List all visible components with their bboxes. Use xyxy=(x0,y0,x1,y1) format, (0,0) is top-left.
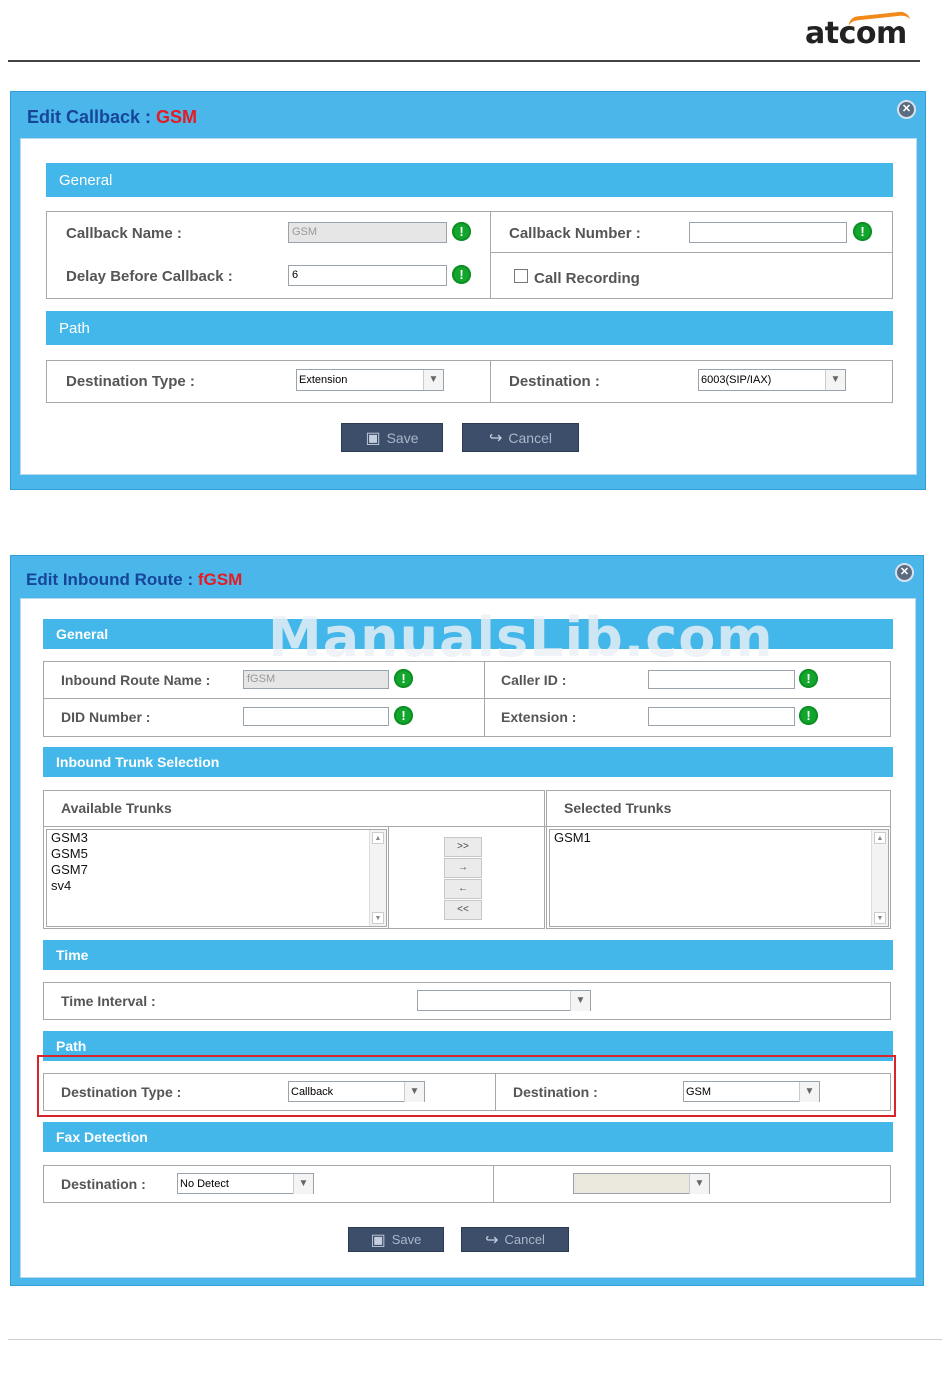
dialog-title-accent: fGSM xyxy=(197,570,243,589)
path-divider xyxy=(490,360,491,403)
fax-divider xyxy=(493,1165,494,1203)
dialog-body: General Inbound Route Name : fGSM ! Call… xyxy=(20,598,916,1278)
undo-arrow-icon: ↪ xyxy=(485,1231,499,1249)
scroll-up-icon[interactable]: ▲ xyxy=(372,832,384,844)
callback-number-input[interactable] xyxy=(689,222,847,243)
available-trunks-label: Available Trunks xyxy=(61,800,172,816)
cancel-button[interactable]: ↪ Cancel xyxy=(461,1227,569,1252)
call-recording-label: Call Recording xyxy=(534,270,640,287)
required-icon: ! xyxy=(394,706,413,725)
close-icon[interactable]: ✕ xyxy=(897,100,916,119)
destination-value: 6003(SIP/IAX) xyxy=(701,374,772,386)
watermark: ManualsLib.com xyxy=(268,606,774,669)
destination-label: Destination : xyxy=(509,373,600,390)
callback-name-label: Callback Name : xyxy=(66,225,182,242)
list-item[interactable]: GSM3 xyxy=(47,830,386,846)
general-row-divider xyxy=(490,252,893,253)
list-item[interactable]: GSM5 xyxy=(47,846,386,862)
fax-destination-label: Destination : xyxy=(61,1176,146,1192)
did-number-input[interactable] xyxy=(243,707,389,726)
required-icon: ! xyxy=(799,669,818,688)
floppy-disk-icon: ▣ xyxy=(370,1231,386,1249)
chevron-down-icon: ▼ xyxy=(293,1174,313,1194)
scroll-up-icon[interactable]: ▲ xyxy=(874,832,886,844)
delay-before-callback-label: Delay Before Callback : xyxy=(66,268,233,285)
atcom-logo: atcom xyxy=(805,16,907,51)
chevron-down-icon: ▼ xyxy=(689,1174,709,1194)
footer-divider xyxy=(8,1339,942,1340)
delay-before-callback-input[interactable]: 6 xyxy=(288,265,447,286)
dialog-title: Edit Callback : GSM xyxy=(27,107,198,127)
selected-trunks-label: Selected Trunks xyxy=(564,800,672,816)
dialog-title: Edit Inbound Route : fGSM xyxy=(26,570,243,589)
callback-number-label: Callback Number : xyxy=(509,225,641,242)
callback-name-input[interactable]: GSM xyxy=(288,222,447,243)
dialog-title-accent: GSM xyxy=(156,107,198,127)
destination-select[interactable]: 6003(SIP/IAX) ▼ xyxy=(698,369,846,391)
inbound-route-name-label: Inbound Route Name : xyxy=(61,672,211,688)
cancel-label: Cancel xyxy=(504,1232,545,1247)
cancel-label: Cancel xyxy=(508,429,552,446)
move-left-button[interactable]: ← xyxy=(444,879,482,899)
call-recording-checkbox[interactable] xyxy=(514,269,528,283)
move-right-button[interactable]: → xyxy=(444,858,482,878)
required-icon: ! xyxy=(452,265,471,284)
chevron-down-icon: ▼ xyxy=(570,991,590,1011)
scrollbar[interactable]: ▲ ▼ xyxy=(871,830,888,926)
chevron-down-icon: ▼ xyxy=(825,370,845,390)
undo-arrow-icon: ↪ xyxy=(489,429,503,447)
section-path: Path xyxy=(46,311,893,345)
required-icon: ! xyxy=(799,706,818,725)
fax-destination-select[interactable]: No Detect ▼ xyxy=(177,1173,314,1194)
section-time: Time xyxy=(43,940,893,970)
path-highlight-frame xyxy=(37,1055,896,1117)
scroll-down-icon[interactable]: ▼ xyxy=(372,912,384,924)
edit-callback-dialog: Edit Callback : GSM ✕ General Callback N… xyxy=(10,91,926,490)
save-label: Save xyxy=(386,429,419,446)
save-button[interactable]: ▣ Save xyxy=(341,423,443,452)
extension-label: Extension : xyxy=(501,709,577,725)
general-divider xyxy=(484,661,485,737)
move-all-right-button[interactable]: >> xyxy=(444,837,482,857)
close-icon[interactable]: ✕ xyxy=(895,563,914,582)
fax-extension-select[interactable]: ▼ xyxy=(573,1173,710,1194)
did-number-label: DID Number : xyxy=(61,709,151,725)
list-item[interactable]: GSM1 xyxy=(550,830,888,846)
section-inbound-trunk-selection: Inbound Trunk Selection xyxy=(43,747,893,777)
destination-type-label: Destination Type : xyxy=(66,373,195,390)
scrollbar[interactable]: ▲ ▼ xyxy=(369,830,386,926)
caller-id-label: Caller ID : xyxy=(501,672,567,688)
section-fax-detection: Fax Detection xyxy=(43,1122,893,1152)
required-icon: ! xyxy=(394,669,413,688)
available-trunks-list[interactable]: GSM3 GSM5 GSM7 sv4 ▲ ▼ xyxy=(46,829,387,927)
fax-fields-box xyxy=(43,1165,891,1203)
trunks-header-divider xyxy=(43,826,891,827)
save-label: Save xyxy=(391,1232,422,1247)
general-divider xyxy=(490,211,491,299)
required-icon: ! xyxy=(853,222,872,241)
extension-input[interactable] xyxy=(648,707,795,726)
list-item[interactable]: GSM7 xyxy=(47,862,386,878)
time-interval-label: Time Interval : xyxy=(61,993,156,1009)
section-general: General xyxy=(46,163,893,197)
cancel-button[interactable]: ↪ Cancel xyxy=(462,423,579,452)
inbound-route-name-input[interactable]: fGSM xyxy=(243,670,389,689)
general-row-divider xyxy=(43,698,891,699)
selected-trunks-list[interactable]: GSM1 ▲ ▼ xyxy=(549,829,889,927)
destination-type-value: Extension xyxy=(299,374,348,386)
destination-type-select[interactable]: Extension ▼ xyxy=(296,369,444,391)
chevron-down-icon: ▼ xyxy=(423,370,443,390)
available-list-divider xyxy=(388,826,389,929)
floppy-disk-icon: ▣ xyxy=(365,429,381,447)
caller-id-input[interactable] xyxy=(648,670,795,689)
save-button[interactable]: ▣ Save xyxy=(348,1227,444,1252)
fax-destination-value: No Detect xyxy=(180,1178,229,1190)
header-divider xyxy=(8,60,920,62)
time-interval-select[interactable]: ▼ xyxy=(417,990,591,1011)
scroll-down-icon[interactable]: ▼ xyxy=(874,912,886,924)
list-item[interactable]: sv4 xyxy=(47,878,386,894)
move-all-left-button[interactable]: << xyxy=(444,900,482,920)
required-icon: ! xyxy=(452,222,471,241)
dialog-body: General Callback Name : GSM ! Callback N… xyxy=(20,138,917,475)
